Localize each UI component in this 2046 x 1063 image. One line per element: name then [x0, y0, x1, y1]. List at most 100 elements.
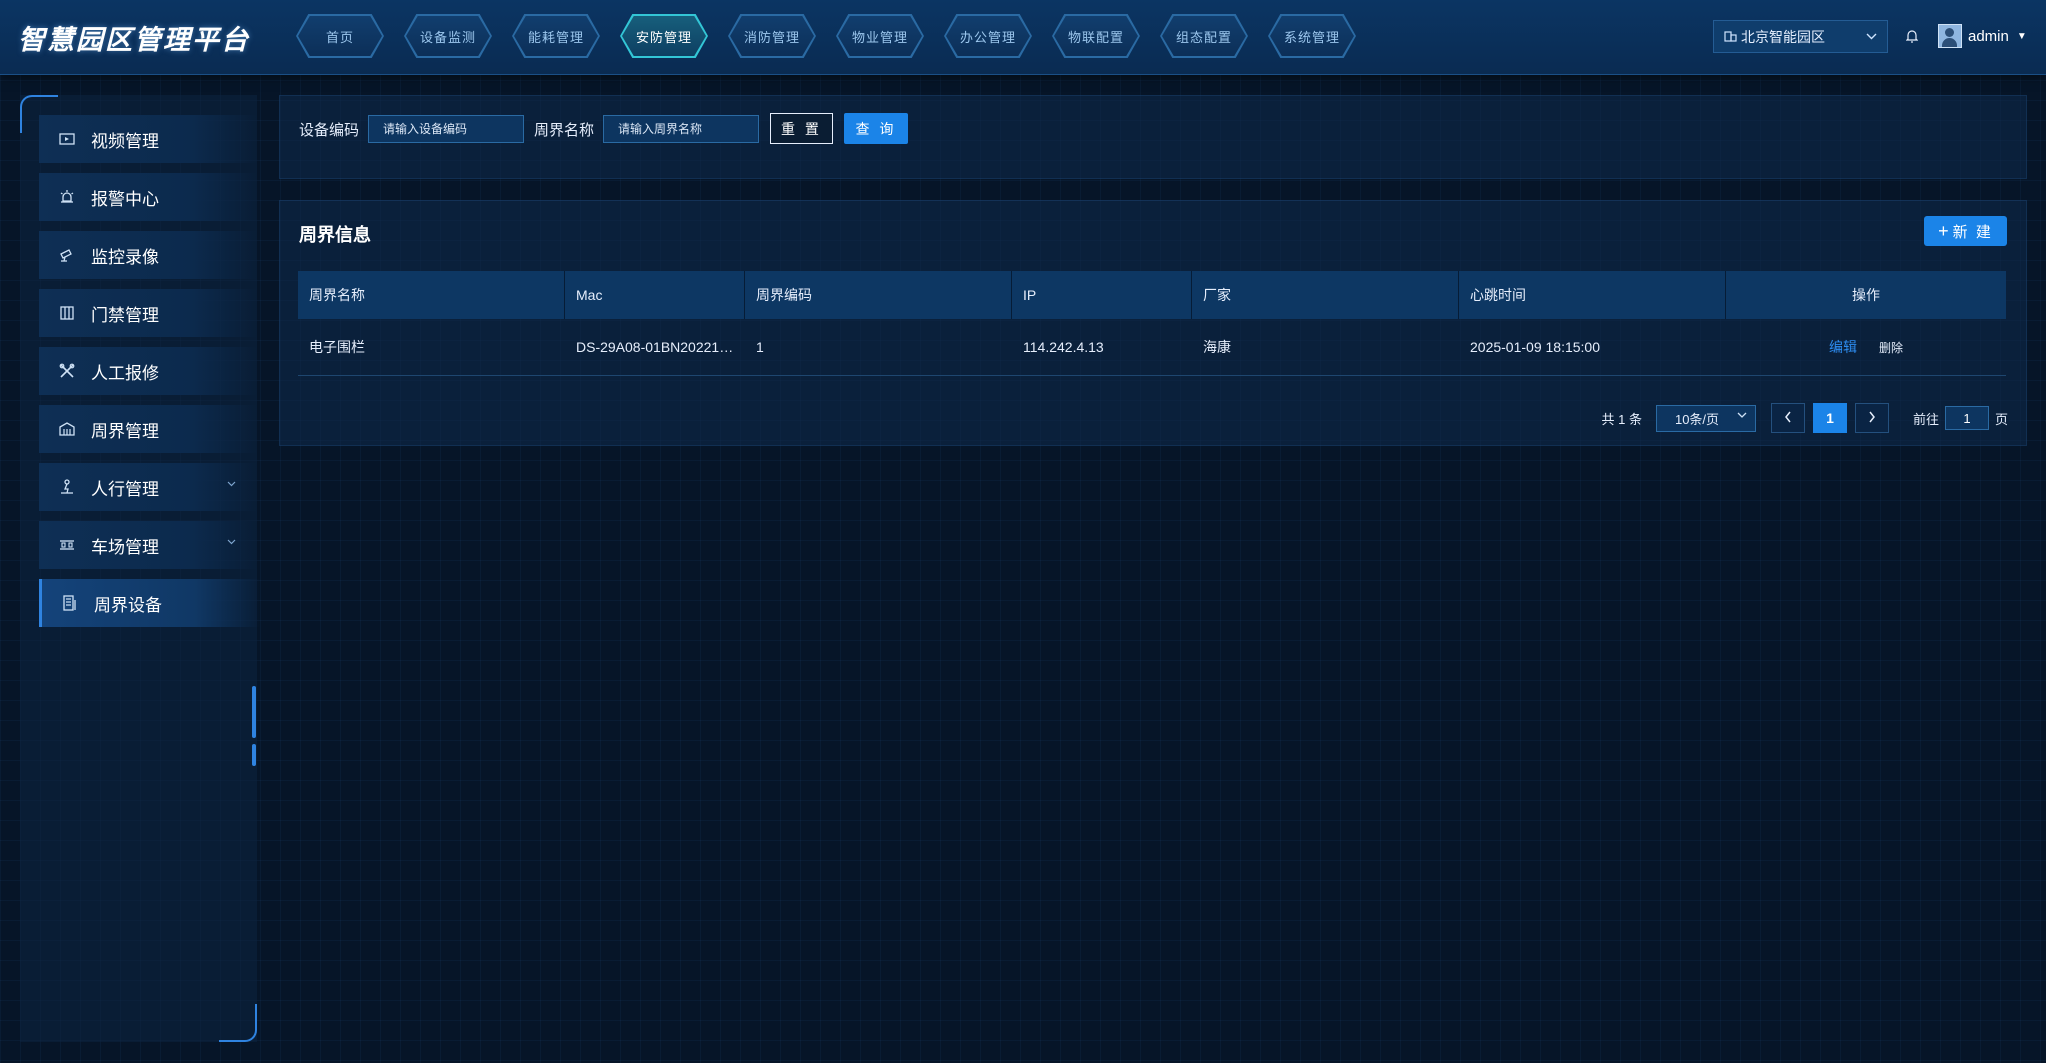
chevron-down-icon — [1866, 31, 1877, 43]
nav-iot-config[interactable]: 物联配置 — [1052, 14, 1140, 58]
nav-security[interactable]: 安防管理 — [620, 14, 708, 58]
next-page-button[interactable] — [1854, 403, 1889, 433]
table-row: 电子围栏 DS-29A08-01BN20221… 1 114.242.4.13 … — [298, 319, 2006, 376]
nav-label: 能耗管理 — [527, 29, 584, 45]
nav-home[interactable]: 首页 — [296, 14, 384, 58]
nav-label: 首页 — [325, 29, 354, 45]
sidebar-item-pedestrian[interactable]: 人行管理 — [39, 463, 257, 511]
column-header: 厂家 — [1192, 271, 1459, 319]
sidebar-item-access[interactable]: 门禁管理 — [39, 289, 257, 337]
park-select-value: 北京智能园区 — [1741, 28, 1825, 45]
nav-office[interactable]: 办公管理 — [944, 14, 1032, 58]
tools-icon — [57, 361, 77, 381]
sidebar-scrollbar[interactable] — [252, 686, 258, 772]
edit-link[interactable]: 编辑 — [1829, 337, 1857, 357]
sidebar-item-label: 人行管理 — [91, 479, 159, 499]
scrollbar-thumb[interactable] — [252, 744, 256, 766]
main-nav: 首页 设备监测 能耗管理 安防管理 消防管理 物业管理 办公管理 物联配置 组态… — [296, 14, 1376, 58]
plus-icon: + — [1938, 220, 1949, 241]
sidebar-item-label: 人工报修 — [91, 363, 159, 383]
scrollbar-thumb[interactable] — [252, 686, 256, 738]
new-button[interactable]: + 新 建 — [1924, 216, 2007, 246]
nav-device-monitor[interactable]: 设备监测 — [404, 14, 492, 58]
video-icon — [57, 129, 77, 149]
nav-property[interactable]: 物业管理 — [836, 14, 924, 58]
perimeter-name-input[interactable] — [603, 115, 759, 143]
pagination: 共 1 条 10条/页 1 前往 页 — [1601, 403, 2008, 433]
corner-decoration — [219, 1004, 257, 1042]
bell-icon[interactable] — [1906, 30, 1918, 43]
sidebar-item-label: 报警中心 — [91, 189, 159, 209]
device-icon — [60, 593, 80, 613]
nav-label: 安防管理 — [635, 29, 692, 45]
page-number-current[interactable]: 1 — [1812, 403, 1847, 433]
user-menu[interactable]: admin ▼ — [1938, 24, 2027, 48]
nav-scada-config[interactable]: 组态配置 — [1160, 14, 1248, 58]
filter-panel: 设备编码 周界名称 重 置 查 询 — [279, 95, 2027, 179]
cell-vendor: 海康 — [1203, 339, 1231, 355]
nav-fire[interactable]: 消防管理 — [728, 14, 816, 58]
nav-label: 办公管理 — [959, 29, 1016, 45]
camera-icon — [57, 245, 77, 265]
sidebar-item-video[interactable]: 视频管理 — [39, 115, 257, 163]
cell-heartbeat: 2025-01-09 18:15:00 — [1470, 339, 1600, 355]
sidebar-item-label: 周界设备 — [94, 595, 162, 615]
prev-page-button[interactable] — [1770, 403, 1805, 433]
sidebar-item-perimeter-device[interactable]: 周界设备 — [39, 579, 260, 627]
park-select[interactable]: 北京智能园区 — [1713, 20, 1888, 53]
column-header: 操作 — [1852, 287, 1880, 303]
sidebar-item-label: 车场管理 — [91, 537, 159, 557]
column-header: 心跳时间 — [1459, 271, 1726, 319]
nav-energy[interactable]: 能耗管理 — [512, 14, 600, 58]
chevron-left-icon — [1784, 410, 1792, 426]
column-header: Mac — [565, 271, 745, 319]
parking-icon — [57, 535, 77, 555]
query-button[interactable]: 查 询 — [844, 113, 908, 144]
column-header: IP — [1012, 271, 1192, 319]
cell-actions: 编辑 删除 — [1726, 319, 2006, 375]
nav-system[interactable]: 系统管理 — [1268, 14, 1356, 58]
building-icon — [1724, 29, 1737, 45]
top-header: 智慧园区管理平台 首页 设备监测 能耗管理 安防管理 消防管理 物业管理 办公管… — [0, 0, 2046, 75]
cell-name: 电子围栏 — [309, 339, 365, 355]
goto-label: 前往 — [1912, 411, 1939, 427]
sidebar-item-recording[interactable]: 监控录像 — [39, 231, 257, 279]
list-panel: 周界信息 + 新 建 周界名称 Mac 周界编码 IP 厂家 心跳时间 操作 电… — [279, 200, 2027, 446]
perimeter-table: 周界名称 Mac 周界编码 IP 厂家 心跳时间 操作 电子围栏 DS-29A0… — [298, 271, 2006, 376]
cell-ip: 114.242.4.13 — [1023, 339, 1104, 355]
chevron-down-icon — [227, 479, 236, 490]
chevron-down-icon — [227, 537, 236, 548]
page-size-select[interactable]: 10条/页 — [1655, 404, 1756, 432]
table-header: 周界名称 Mac 周界编码 IP 厂家 心跳时间 操作 — [298, 271, 2006, 319]
pedestrian-icon — [57, 477, 77, 497]
sidebar-item-label: 视频管理 — [91, 131, 159, 151]
column-header: 周界编码 — [745, 271, 1012, 319]
nav-label: 物联配置 — [1067, 29, 1124, 45]
total-count: 共 1 条 — [1601, 411, 1642, 427]
avatar — [1938, 24, 1962, 48]
sidebar-item-alarm[interactable]: 报警中心 — [39, 173, 257, 221]
goto-page-input[interactable] — [1944, 406, 1989, 430]
perimeter-icon — [57, 419, 77, 439]
device-code-input[interactable] — [368, 115, 524, 143]
nav-label: 系统管理 — [1283, 29, 1340, 45]
reset-button[interactable]: 重 置 — [770, 113, 833, 144]
sidebar-item-label: 监控录像 — [91, 247, 159, 267]
nav-label: 物业管理 — [851, 29, 908, 45]
new-button-label: 新 建 — [1952, 223, 1993, 241]
cell-mac: DS-29A08-01BN20221… — [576, 339, 734, 355]
sidebar-item-label: 门禁管理 — [91, 305, 159, 325]
column-header: 周界名称 — [298, 271, 565, 319]
sidebar-item-perimeter[interactable]: 周界管理 — [39, 405, 257, 453]
user-name: admin — [1968, 27, 2009, 45]
panel-title: 周界信息 — [299, 225, 371, 245]
sidebar-item-label: 周界管理 — [91, 421, 159, 441]
perimeter-name-label: 周界名称 — [534, 122, 595, 139]
delete-link[interactable]: 删除 — [1879, 339, 1903, 356]
caret-down-icon: ▼ — [2016, 30, 2027, 42]
chevron-right-icon — [1868, 410, 1876, 426]
nav-label: 组态配置 — [1175, 29, 1232, 45]
sidebar-item-repair[interactable]: 人工报修 — [39, 347, 257, 395]
sidebar-item-parking[interactable]: 车场管理 — [39, 521, 257, 569]
sidebar: 视频管理 报警中心 监控录像 门禁管理 人工报修 周界管理 人行管理 车场管理 … — [20, 95, 260, 1042]
